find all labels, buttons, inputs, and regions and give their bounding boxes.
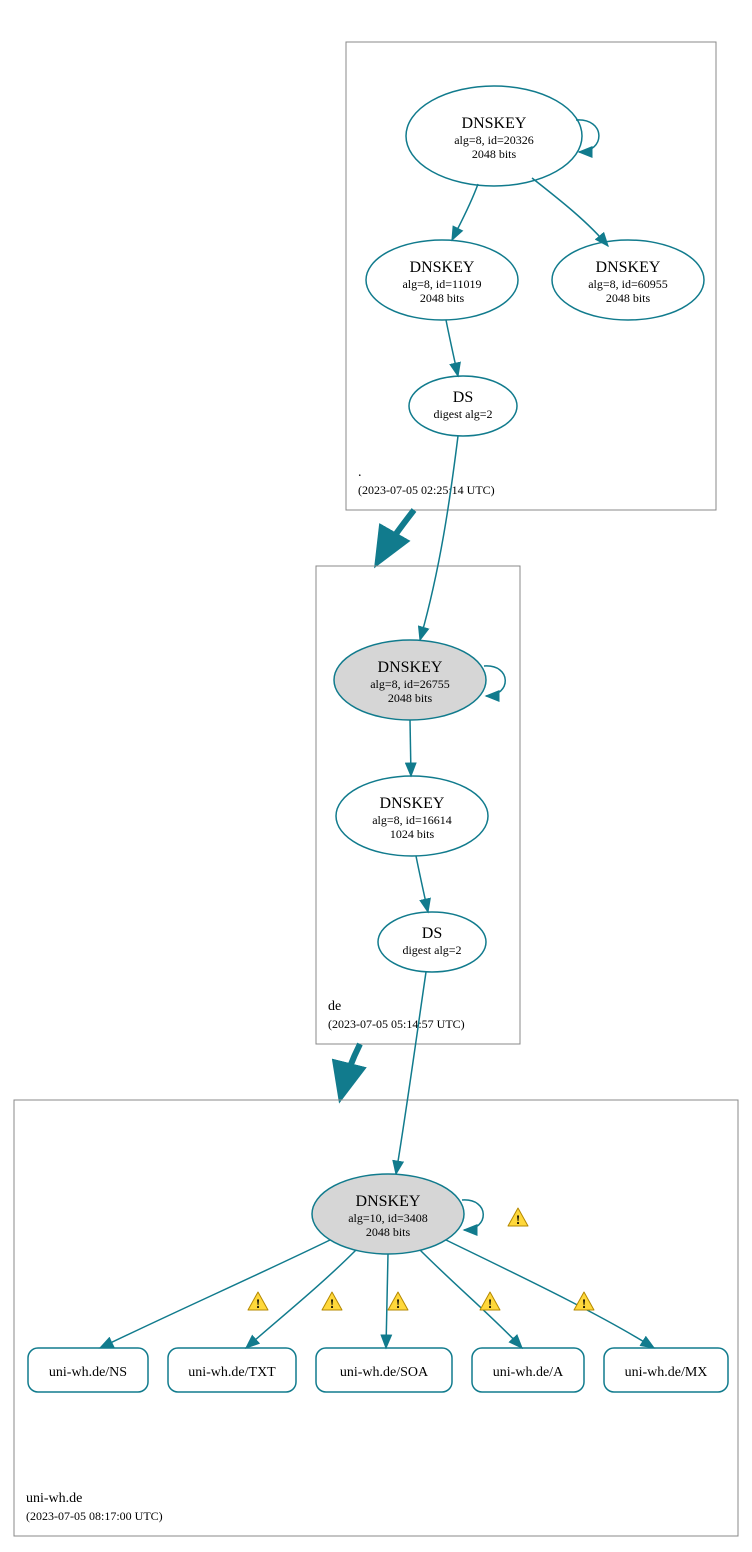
warning-icon: ! bbox=[508, 1208, 528, 1227]
svg-text:alg=10, id=3408: alg=10, id=3408 bbox=[348, 1211, 428, 1225]
warning-icon: ! bbox=[388, 1292, 408, 1311]
svg-text:!: ! bbox=[330, 1296, 334, 1311]
edge-uniwh-mx bbox=[446, 1240, 654, 1348]
warning-icon: ! bbox=[322, 1292, 342, 1311]
svg-text:2048 bits: 2048 bits bbox=[366, 1225, 411, 1239]
rrset-mx: uni-wh.de/MX bbox=[604, 1348, 728, 1392]
svg-text:digest alg=2: digest alg=2 bbox=[433, 407, 492, 421]
svg-text:2048 bits: 2048 bits bbox=[472, 147, 517, 161]
edge-uniwh-ns bbox=[100, 1240, 330, 1348]
node-de-ksk: DNSKEY alg=8, id=26755 2048 bits bbox=[334, 640, 486, 720]
svg-text:uni-wh.de/MX: uni-wh.de/MX bbox=[625, 1365, 708, 1380]
node-root-ksk: DNSKEY alg=8, id=20326 2048 bits bbox=[406, 86, 582, 186]
node-de-zsk: DNSKEY alg=8, id=16614 1024 bits bbox=[336, 776, 488, 856]
svg-text:alg=8, id=16614: alg=8, id=16614 bbox=[372, 813, 452, 827]
svg-text:digest alg=2: digest alg=2 bbox=[402, 943, 461, 957]
rrset-ns: uni-wh.de/NS bbox=[28, 1348, 148, 1392]
svg-text:2048 bits: 2048 bits bbox=[606, 291, 651, 305]
dnssec-graph: . (2023-07-05 02:25:14 UTC) DNSKEY alg=8… bbox=[0, 0, 752, 1552]
node-root-ds: DS digest alg=2 bbox=[409, 376, 517, 436]
svg-text:alg=8, id=20326: alg=8, id=20326 bbox=[454, 133, 534, 147]
svg-text:DNSKEY: DNSKEY bbox=[356, 1193, 421, 1210]
zone-label-de: de bbox=[328, 999, 341, 1014]
svg-text:DNSKEY: DNSKEY bbox=[378, 659, 443, 676]
svg-text:DNSKEY: DNSKEY bbox=[462, 115, 527, 132]
zone-label-uniwh: uni-wh.de bbox=[26, 1491, 82, 1506]
svg-text:DNSKEY: DNSKEY bbox=[410, 259, 475, 276]
zone-timestamp-de: (2023-07-05 05:14:57 UTC) bbox=[328, 1017, 465, 1031]
svg-text:!: ! bbox=[396, 1296, 400, 1311]
svg-text:!: ! bbox=[516, 1212, 520, 1227]
zone-timestamp-root: (2023-07-05 02:25:14 UTC) bbox=[358, 483, 495, 497]
edge-zone-de-uniwh bbox=[342, 1044, 360, 1092]
warning-icon: ! bbox=[248, 1292, 268, 1311]
svg-text:alg=8, id=26755: alg=8, id=26755 bbox=[370, 677, 450, 691]
edge-uniwh-soa bbox=[386, 1254, 388, 1348]
edge-de-zsk-ds bbox=[416, 856, 428, 912]
node-uniwh-ksk: DNSKEY alg=10, id=3408 2048 bits bbox=[312, 1174, 464, 1254]
svg-text:!: ! bbox=[582, 1296, 586, 1311]
svg-text:DS: DS bbox=[453, 389, 473, 406]
node-root-zsk2: DNSKEY alg=8, id=60955 2048 bits bbox=[552, 240, 704, 320]
svg-text:uni-wh.de/SOA: uni-wh.de/SOA bbox=[340, 1365, 429, 1380]
zone-label-root: . bbox=[358, 465, 362, 480]
svg-text:uni-wh.de/TXT: uni-wh.de/TXT bbox=[188, 1365, 276, 1380]
svg-text:2048 bits: 2048 bits bbox=[420, 291, 465, 305]
svg-text:2048 bits: 2048 bits bbox=[388, 691, 433, 705]
svg-text:!: ! bbox=[256, 1296, 260, 1311]
edge-root-ds-de-ksk bbox=[420, 436, 458, 640]
edge-de-ksk-self bbox=[484, 666, 505, 696]
edge-uniwh-ksk-self bbox=[462, 1200, 483, 1230]
svg-text:1024 bits: 1024 bits bbox=[390, 827, 435, 841]
zone-box-uniwh bbox=[14, 1100, 738, 1536]
edge-de-ksk-zsk bbox=[410, 720, 411, 776]
rrset-txt: uni-wh.de/TXT bbox=[168, 1348, 296, 1392]
svg-text:alg=8, id=11019: alg=8, id=11019 bbox=[402, 277, 481, 291]
svg-text:!: ! bbox=[488, 1296, 492, 1311]
svg-text:DNSKEY: DNSKEY bbox=[380, 795, 445, 812]
rrset-a: uni-wh.de/A bbox=[472, 1348, 584, 1392]
edge-de-ds-uniwh-ksk bbox=[396, 972, 426, 1174]
svg-text:alg=8, id=60955: alg=8, id=60955 bbox=[588, 277, 668, 291]
svg-text:uni-wh.de/A: uni-wh.de/A bbox=[493, 1365, 564, 1380]
svg-text:DNSKEY: DNSKEY bbox=[596, 259, 661, 276]
zone-timestamp-uniwh: (2023-07-05 08:17:00 UTC) bbox=[26, 1509, 163, 1523]
rrset-soa: uni-wh.de/SOA bbox=[316, 1348, 452, 1392]
warning-icon: ! bbox=[480, 1292, 500, 1311]
node-root-zsk1: DNSKEY alg=8, id=11019 2048 bits bbox=[366, 240, 518, 320]
svg-text:DS: DS bbox=[422, 925, 442, 942]
edge-root-ksk-zsk2 bbox=[532, 178, 608, 246]
warning-icon: ! bbox=[574, 1292, 594, 1311]
node-de-ds: DS digest alg=2 bbox=[378, 912, 486, 972]
edge-root-zsk1-ds bbox=[446, 320, 458, 376]
svg-text:uni-wh.de/NS: uni-wh.de/NS bbox=[49, 1365, 127, 1380]
edge-zone-root-de bbox=[380, 510, 414, 558]
edge-uniwh-a bbox=[420, 1250, 522, 1348]
edge-root-ksk-zsk1 bbox=[452, 184, 478, 240]
edge-uniwh-txt bbox=[246, 1250, 356, 1348]
